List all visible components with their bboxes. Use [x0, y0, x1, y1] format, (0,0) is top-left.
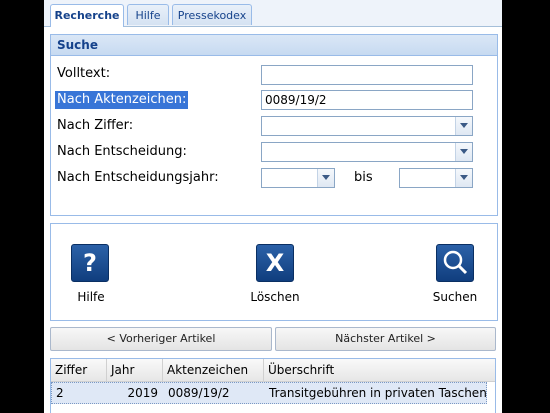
column-header-ueberschrift[interactable]: Überschrift [264, 359, 495, 381]
chevron-down-icon[interactable] [455, 169, 472, 187]
chevron-down-icon[interactable] [455, 143, 472, 161]
ziffer-label: Nach Ziffer: [57, 118, 134, 133]
help-button-label: Hilfe [77, 290, 105, 304]
cell-ueberschrift: Transitgebühren in privaten Taschen [269, 386, 487, 400]
jahr-bis-label: bis [354, 170, 373, 185]
search-panel: Suche Volltext: Nach Aktenzeichen: 0089/… [50, 34, 498, 216]
aktenzeichen-input[interactable]: 0089/19/2 [261, 90, 473, 110]
tab-pressekodex[interactable]: Pressekodex [172, 4, 252, 25]
cell-jahr: 2019 [127, 386, 158, 400]
jahr-to-select[interactable] [399, 168, 473, 188]
prev-article-button[interactable]: < Vorheriger Artikel [50, 327, 272, 351]
jahr-from-select[interactable] [261, 168, 335, 188]
entscheidung-select[interactable] [261, 142, 473, 162]
x-icon: X [265, 249, 285, 277]
aktenzeichen-label: Nach Aktenzeichen: [55, 91, 189, 109]
entscheidung-label: Nach Entscheidung: [57, 144, 187, 159]
tab-bar: Recherche Hilfe Pressekodex [44, 0, 502, 27]
chevron-down-icon[interactable] [317, 169, 334, 187]
column-header-aktenzeichen[interactable]: Aktenzeichen [163, 359, 264, 381]
help-button[interactable]: ? [71, 244, 109, 282]
chevron-down-icon[interactable] [455, 117, 472, 135]
column-header-ziffer[interactable]: Ziffer [51, 359, 107, 381]
actions-panel: ? Hilfe X Löschen Suchen [50, 223, 498, 321]
search-button-label: Suchen [432, 290, 478, 304]
ziffer-select[interactable] [261, 116, 473, 136]
cell-aktenzeichen: 0089/19/2 [168, 386, 230, 400]
clear-button[interactable]: X [256, 244, 294, 282]
app-window: Recherche Hilfe Pressekodex Suche Vollte… [44, 0, 502, 413]
column-header-jahr[interactable]: Jahr [107, 359, 163, 381]
magnifier-icon [437, 250, 473, 285]
table-row[interactable]: 2 2019 0089/19/2 Transitgebühren in priv… [51, 382, 487, 404]
next-article-button[interactable]: Nächster Artikel > [275, 327, 496, 351]
volltext-input[interactable] [261, 65, 473, 85]
clear-button-label: Löschen [250, 290, 300, 304]
tab-recherche[interactable]: Recherche [50, 4, 124, 27]
question-icon: ? [83, 249, 97, 277]
results-header: Ziffer Jahr Aktenzeichen Überschrift [51, 359, 495, 382]
tab-hilfe[interactable]: Hilfe [127, 4, 169, 25]
results-grid: Ziffer Jahr Aktenzeichen Überschrift 2 2… [50, 358, 496, 413]
cell-ziffer: 2 [56, 386, 64, 400]
volltext-label: Volltext: [57, 66, 111, 81]
jahr-label: Nach Entscheidungsjahr: [57, 170, 219, 185]
search-button[interactable] [436, 244, 474, 282]
search-panel-title: Suche [51, 35, 497, 56]
